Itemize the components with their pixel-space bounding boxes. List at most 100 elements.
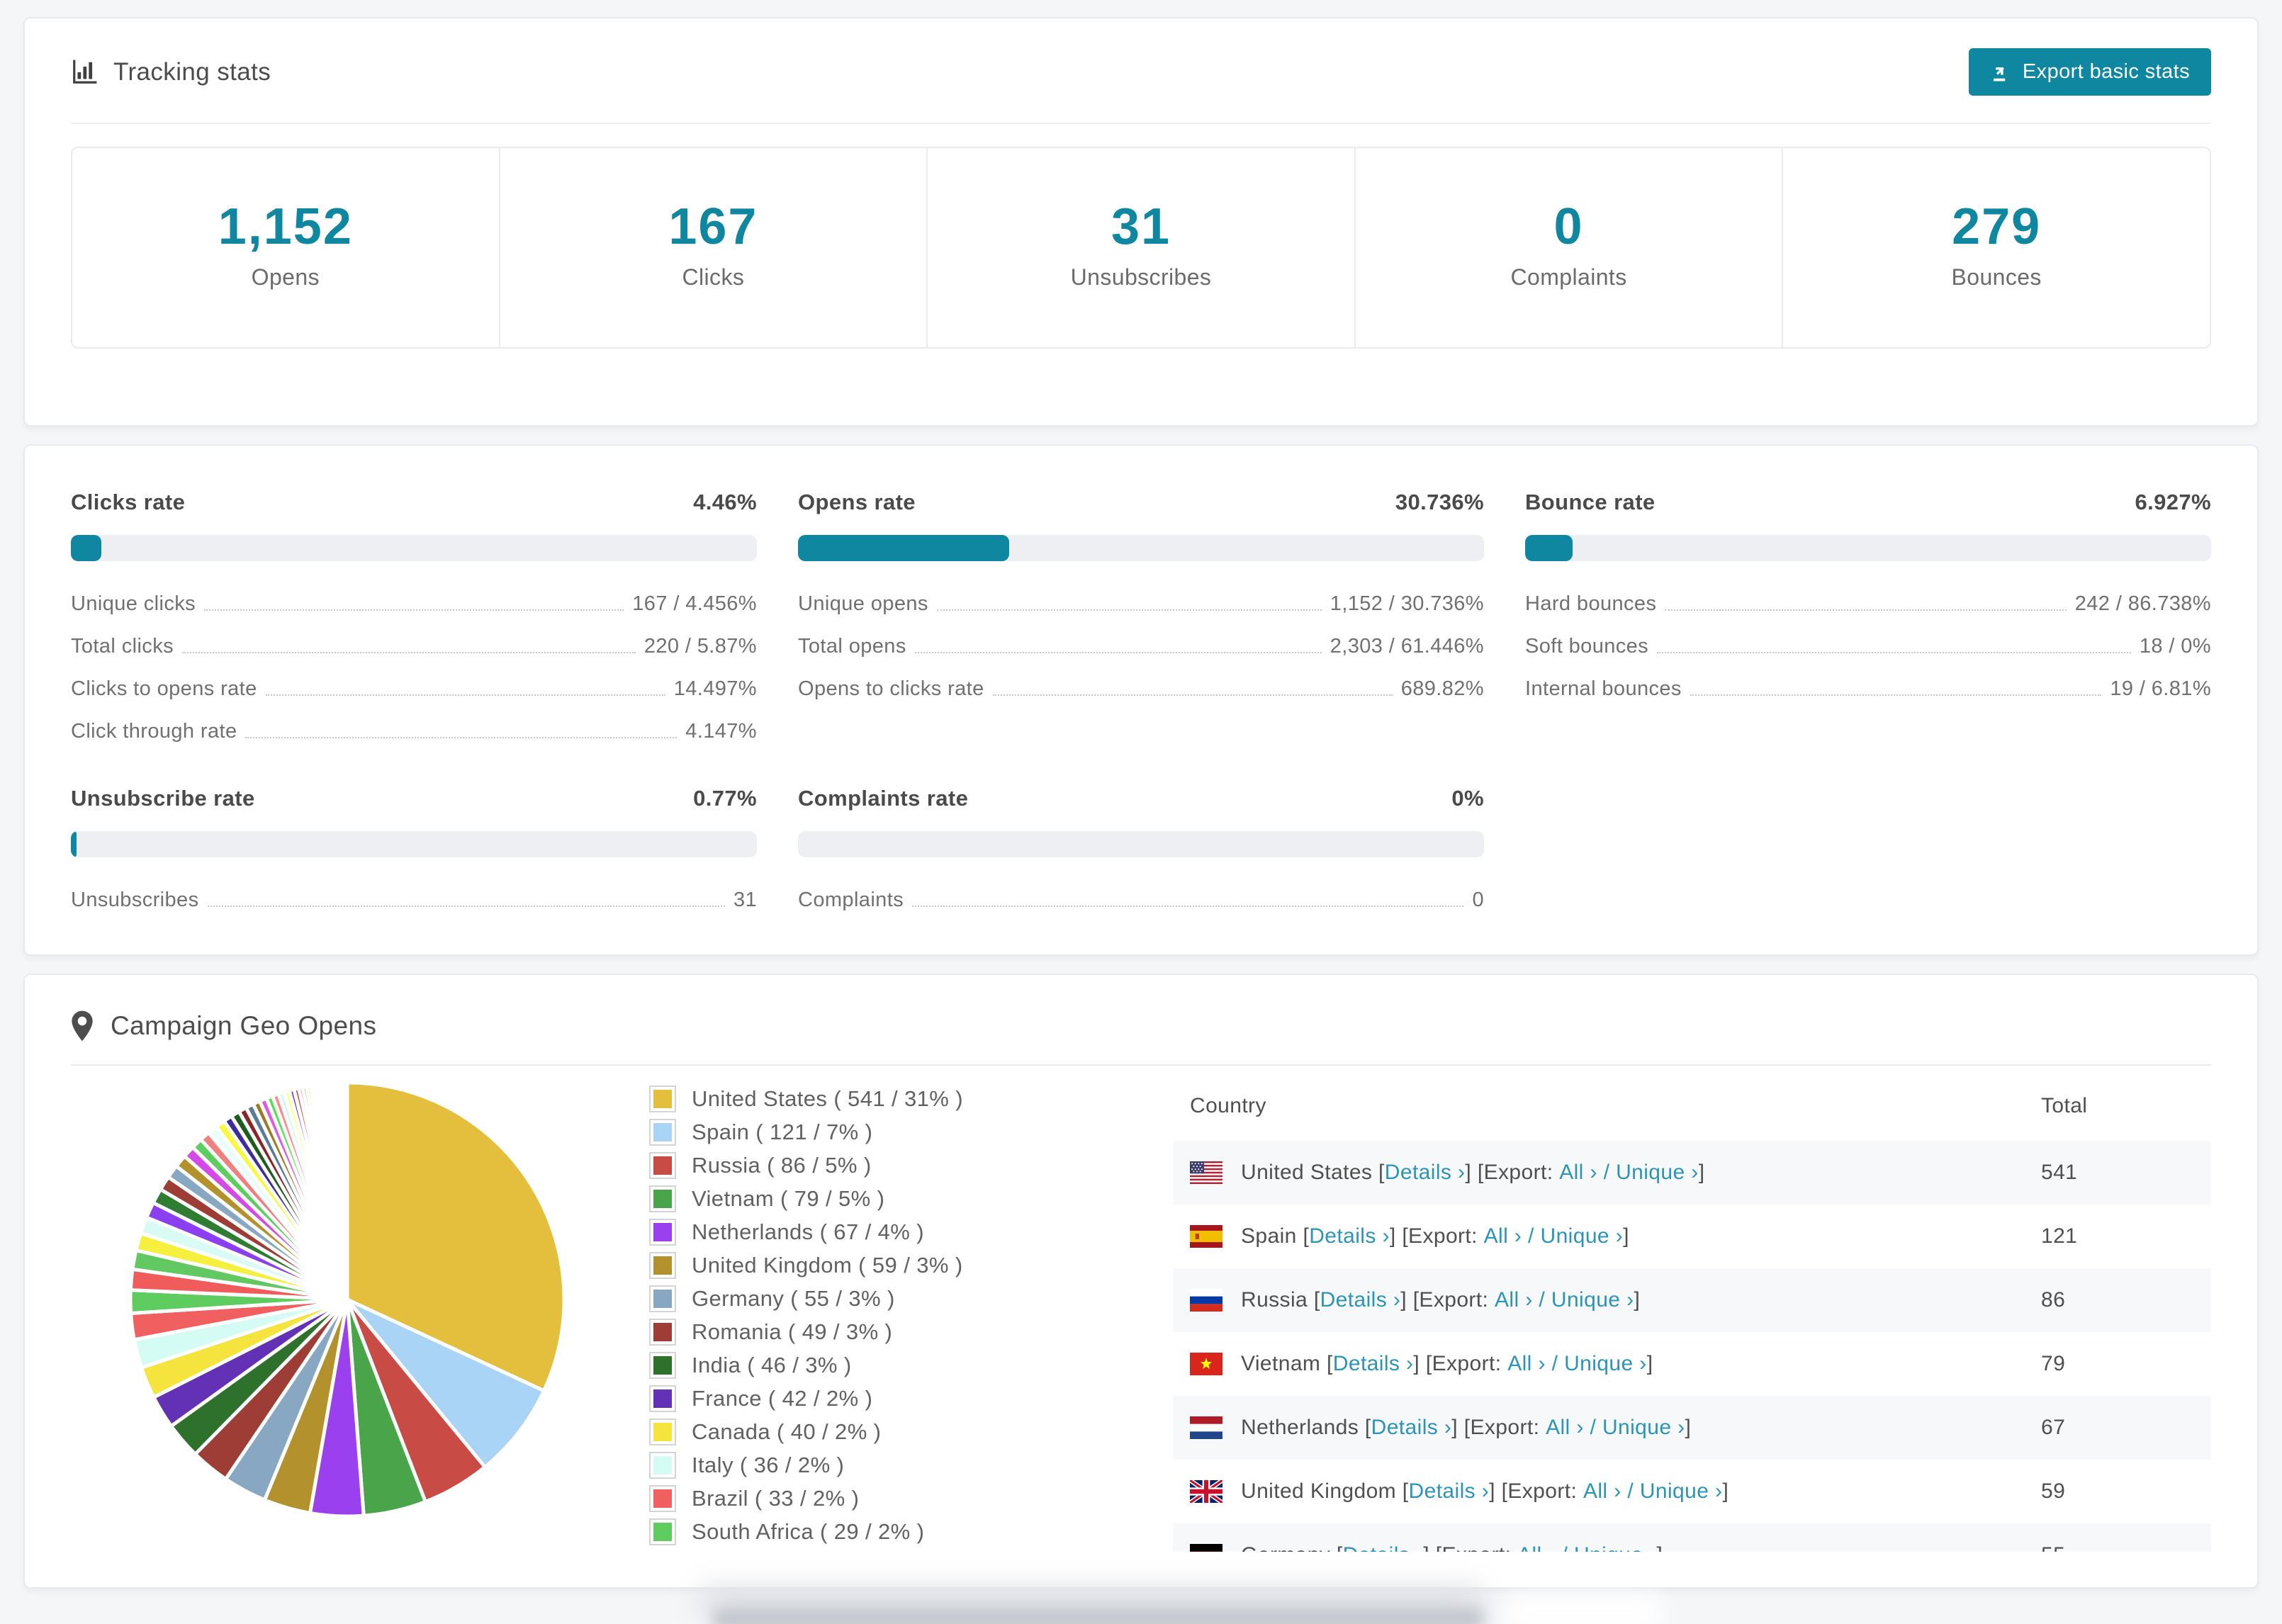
legend-swatch bbox=[649, 1252, 676, 1279]
slash-separator[interactable]: / bbox=[1533, 1288, 1551, 1312]
details-link[interactable]: Details › bbox=[1371, 1416, 1452, 1440]
export-basic-stats-button[interactable]: Export basic stats bbox=[1968, 48, 2211, 96]
summary-label: Unsubscribes bbox=[1070, 264, 1212, 290]
details-link[interactable]: Details › bbox=[1320, 1288, 1401, 1312]
bracket-close: ] bbox=[1698, 1161, 1705, 1184]
details-link[interactable]: Details › bbox=[1409, 1479, 1490, 1504]
slash-separator[interactable]: / bbox=[1597, 1161, 1616, 1185]
country-flag-ru-icon bbox=[1190, 1289, 1222, 1312]
bracket-close: ] bbox=[1722, 1479, 1729, 1503]
export-unique-link[interactable]: Unique › bbox=[1616, 1161, 1699, 1185]
legend-item[interactable]: United States ( 541 / 31% ) bbox=[649, 1086, 1173, 1112]
slash-separator[interactable]: / bbox=[1522, 1224, 1540, 1248]
rate-detail-label: Complaints bbox=[798, 889, 904, 911]
rate-detail-label: Clicks to opens rate bbox=[71, 677, 257, 700]
progress-bar bbox=[71, 535, 757, 561]
legend-item[interactable]: Russia ( 86 / 5% ) bbox=[649, 1152, 1173, 1179]
legend-swatch bbox=[649, 1086, 676, 1112]
rate-detail-row: Clicks to opens rate 14.497% bbox=[71, 677, 757, 701]
rate-block-bounce-rate: Bounce rate 6.927% Hard bounces 242 / 86.73… bbox=[1525, 490, 2211, 743]
rate-detail-row: Unique opens 1,152 / 30.736% bbox=[798, 592, 1484, 616]
bracket-close: ] bbox=[1634, 1288, 1641, 1312]
country-cell: Vietnam [Details ›] [Export: All › / Uni… bbox=[1173, 1352, 2041, 1376]
rate-title: Opens rate bbox=[798, 490, 916, 514]
export-button-label: Export basic stats bbox=[2022, 60, 2190, 83]
legend-item[interactable]: Romania ( 49 / 3% ) bbox=[649, 1319, 1173, 1346]
legend-item[interactable]: Netherlands ( 67 / 4% ) bbox=[649, 1219, 1173, 1246]
legend-item[interactable]: Brazil ( 33 / 2% ) bbox=[649, 1485, 1173, 1512]
export-all-link[interactable]: All › bbox=[1495, 1288, 1533, 1312]
summary-box-complaints: 0 Complaints bbox=[1356, 148, 1784, 347]
details-link[interactable]: Details › bbox=[1309, 1224, 1390, 1248]
bracket-open: [ bbox=[1308, 1288, 1320, 1312]
legend-label: South Africa ( 29 / 2% ) bbox=[692, 1519, 925, 1544]
table-row-us: United States [Details ›] [Export: All ›… bbox=[1173, 1141, 2211, 1205]
legend-swatch bbox=[649, 1518, 676, 1545]
tracking-stats-title: Tracking stats bbox=[71, 58, 271, 86]
details-link[interactable]: Details › bbox=[1385, 1161, 1466, 1185]
legend-swatch bbox=[649, 1485, 676, 1512]
pie-legend: United States ( 541 / 31% ) Spain ( 121 /… bbox=[588, 1073, 1173, 1552]
export-unique-link[interactable]: Unique › bbox=[1574, 1543, 1657, 1552]
summary-label: Clicks bbox=[682, 264, 745, 290]
geo-opens-body: United States ( 541 / 31% ) Spain ( 121 /… bbox=[71, 1073, 2211, 1552]
table-row-vn: Vietnam [Details ›] [Export: All › / Uni… bbox=[1173, 1332, 2211, 1396]
summary-label: Opens bbox=[251, 264, 320, 290]
export-all-link[interactable]: All › bbox=[1546, 1416, 1584, 1440]
legend-item[interactable]: India ( 46 / 3% ) bbox=[649, 1352, 1173, 1379]
legend-item[interactable]: South Africa ( 29 / 2% ) bbox=[649, 1518, 1173, 1545]
rate-detail-row: Opens to clicks rate 689.82% bbox=[798, 677, 1484, 701]
export-all-link[interactable]: All › bbox=[1583, 1479, 1621, 1504]
export-unique-link[interactable]: Unique › bbox=[1602, 1416, 1685, 1440]
slash-separator[interactable]: / bbox=[1546, 1352, 1564, 1376]
legend-swatch bbox=[649, 1419, 676, 1445]
export-all-link[interactable]: All › bbox=[1507, 1352, 1546, 1376]
legend-label: Vietnam ( 79 / 5% ) bbox=[692, 1186, 885, 1211]
geo-table-header: Country Total bbox=[1173, 1073, 2211, 1141]
dotted-leader bbox=[936, 609, 1322, 611]
legend-item[interactable]: United Kingdom ( 59 / 3% ) bbox=[649, 1252, 1173, 1279]
rate-detail-label: Opens to clicks rate bbox=[798, 677, 984, 700]
bracket-open: [ bbox=[1359, 1416, 1371, 1439]
export-unique-link[interactable]: Unique › bbox=[1551, 1288, 1634, 1312]
dotted-leader bbox=[992, 694, 1393, 696]
country-name: United States bbox=[1241, 1161, 1373, 1184]
rate-value: 30.736% bbox=[1395, 490, 1484, 514]
slash-separator[interactable]: / bbox=[1621, 1479, 1640, 1504]
rates-card: Clicks rate 4.46% Unique clicks 167 / 4.456… bbox=[23, 444, 2259, 956]
slash-separator[interactable]: / bbox=[1556, 1543, 1574, 1552]
details-link[interactable]: Details › bbox=[1333, 1352, 1414, 1376]
legend-item[interactable]: Canada ( 40 / 2% ) bbox=[649, 1419, 1173, 1445]
export-unique-link[interactable]: Unique › bbox=[1541, 1224, 1624, 1248]
bracket-close: ] bbox=[1623, 1224, 1629, 1248]
table-row-es: Spain [Details ›] [Export: All › / Uniqu… bbox=[1173, 1205, 2211, 1268]
export-label: ] [Export: bbox=[1423, 1543, 1517, 1552]
summary-value: 167 bbox=[668, 198, 758, 255]
export-all-link[interactable]: All › bbox=[1559, 1161, 1597, 1185]
bottom-blur-bar-artifact bbox=[712, 1607, 1485, 1624]
dotted-leader bbox=[182, 652, 636, 653]
export-unique-link[interactable]: Unique › bbox=[1564, 1352, 1647, 1376]
progress-fill bbox=[798, 535, 1009, 561]
total-value: 86 bbox=[2041, 1288, 2066, 1312]
country-flag-nl-icon bbox=[1190, 1416, 1222, 1439]
column-total: Total bbox=[2041, 1094, 2088, 1117]
legend-item[interactable]: Vietnam ( 79 / 5% ) bbox=[649, 1185, 1173, 1212]
summary-box-clicks: 167 Clicks bbox=[500, 148, 928, 347]
legend-swatch bbox=[649, 1152, 676, 1179]
export-label: ] [Export: bbox=[1389, 1224, 1484, 1248]
legend-item[interactable]: France ( 42 / 2% ) bbox=[649, 1385, 1173, 1412]
legend-item[interactable]: Germany ( 55 / 3% ) bbox=[649, 1285, 1173, 1312]
rate-value: 6.927% bbox=[2135, 490, 2211, 514]
slash-separator[interactable]: / bbox=[1584, 1416, 1602, 1440]
rate-detail-row: Internal bounces 19 / 6.81% bbox=[1525, 677, 2211, 701]
dotted-leader bbox=[912, 906, 1464, 907]
legend-item[interactable]: Italy ( 36 / 2% ) bbox=[649, 1452, 1173, 1479]
export-unique-link[interactable]: Unique › bbox=[1640, 1479, 1723, 1504]
details-link[interactable]: Details › bbox=[1343, 1543, 1424, 1552]
progress-fill bbox=[71, 831, 77, 857]
legend-item[interactable]: Spain ( 121 / 7% ) bbox=[649, 1119, 1173, 1146]
export-all-link[interactable]: All › bbox=[1517, 1543, 1556, 1552]
export-all-link[interactable]: All › bbox=[1484, 1224, 1522, 1248]
column-country: Country bbox=[1190, 1094, 1266, 1117]
